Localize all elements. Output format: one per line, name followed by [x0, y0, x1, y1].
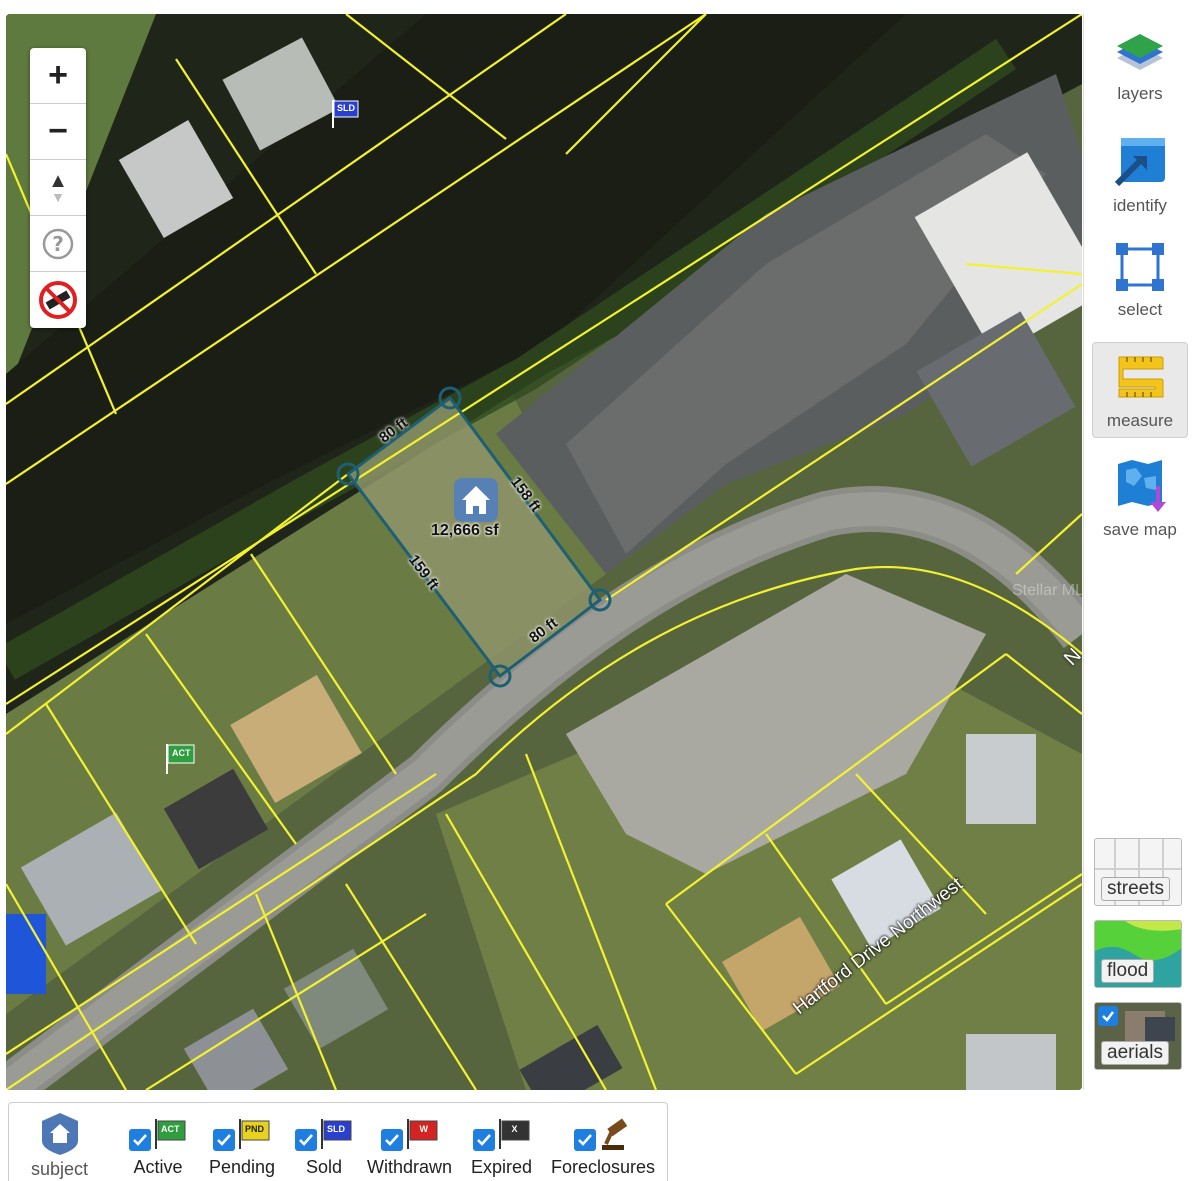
- save-map-label: save map: [1103, 520, 1177, 539]
- save-map-icon: [1118, 460, 1166, 512]
- save-map-tool[interactable]: save map: [1092, 450, 1188, 546]
- legend-checkbox-withdrawn[interactable]: [380, 1129, 403, 1151]
- tool-sidebar: layers identify select measure save map …: [1083, 14, 1195, 1090]
- checkmark-icon: [384, 1134, 399, 1146]
- basemap-aerials[interactable]: aerials: [1094, 1002, 1182, 1070]
- measure-label: measure: [1106, 411, 1174, 430]
- checkmark-icon: [578, 1134, 592, 1146]
- legend-checkbox-expired[interactable]: [472, 1129, 495, 1151]
- layers-label: layers: [1117, 84, 1163, 103]
- identify-icon: [1114, 138, 1165, 187]
- checkmark-icon: [299, 1134, 313, 1146]
- legend-item-pending[interactable]: PND Pending: [209, 1111, 275, 1178]
- streets-label: streets: [1101, 877, 1171, 901]
- select-icon: [1116, 243, 1164, 291]
- checkmark-icon: [133, 1134, 147, 1146]
- measure-tool[interactable]: measure: [1092, 342, 1188, 438]
- checkmark-icon: [476, 1134, 491, 1146]
- legend-flag-tag: SLD: [327, 1124, 345, 1134]
- layers-tool[interactable]: layers: [1092, 18, 1188, 114]
- legend-checkbox-active[interactable]: [129, 1129, 151, 1151]
- legend-label: Expired: [471, 1157, 533, 1177]
- legend-flag-tag: W: [419, 1124, 429, 1134]
- flood-label: flood: [1101, 959, 1155, 983]
- help-icon: ?: [42, 228, 74, 259]
- no-measure-button[interactable]: [30, 272, 86, 328]
- legend-label: Withdrawn: [367, 1157, 453, 1177]
- subject-marker-icon: [41, 1113, 78, 1155]
- legend-label: Sold: [305, 1157, 343, 1177]
- select-tool[interactable]: select: [1092, 234, 1188, 330]
- watermark: Stellar MLS: [1012, 582, 1082, 599]
- sold-flag-icon: [321, 1119, 352, 1149]
- legend-flag: W: [405, 1117, 439, 1151]
- legend-item-withdrawn[interactable]: W Withdrawn: [367, 1111, 452, 1178]
- north-arrow-icon: ▲: [48, 169, 68, 192]
- legend-item-expired[interactable]: X Expired: [471, 1111, 532, 1178]
- legend-item-foreclosures[interactable]: Foreclosures: [551, 1111, 655, 1178]
- legend-checkbox-foreclosures[interactable]: [574, 1129, 597, 1151]
- south-arrow-icon: ▼: [51, 188, 65, 205]
- identify-label: identify: [1113, 196, 1167, 215]
- legend-flag-tag: X: [511, 1124, 518, 1134]
- checkmark-icon: [217, 1134, 232, 1146]
- status-legend: subject ACT Active PND Pending SLD Sold …: [8, 1102, 668, 1181]
- active-marker-label: ACT: [172, 748, 191, 758]
- sold-marker-label: SLD: [337, 103, 355, 113]
- zoom-out-button[interactable]: −: [30, 104, 86, 160]
- north-reset-button[interactable]: ▲ ▼: [30, 160, 86, 216]
- legend-item-active[interactable]: ACT Active: [129, 1111, 187, 1178]
- legend-subject-label: subject: [31, 1159, 89, 1179]
- legend-label: Pending: [209, 1157, 276, 1177]
- legend-checkbox-sold[interactable]: [295, 1129, 317, 1151]
- withdrawn-flag-icon: [406, 1119, 438, 1149]
- select-label: select: [1117, 300, 1163, 319]
- active-marker[interactable]: ACT: [164, 742, 196, 781]
- checkmark-icon: [1102, 1011, 1114, 1022]
- help-button[interactable]: ?: [30, 216, 86, 272]
- legend-flag: [598, 1117, 632, 1151]
- legend-label: Active: [133, 1157, 183, 1177]
- aerials-checkbox[interactable]: [1098, 1006, 1118, 1026]
- gavel-icon: [602, 1118, 628, 1150]
- map-view[interactable]: 12,666 sf 80 ft 158 ft 159 ft 80 ft Hart…: [6, 14, 1082, 1090]
- legend-checkbox-pending[interactable]: [213, 1129, 236, 1151]
- legend-flag: ACT: [153, 1117, 187, 1151]
- svg-text:?: ?: [52, 232, 64, 256]
- legend-flag-tag: ACT: [161, 1124, 180, 1134]
- active-flag-icon: [155, 1119, 186, 1149]
- legend-subject[interactable]: subject: [31, 1111, 88, 1180]
- sold-marker[interactable]: SLD: [330, 98, 360, 135]
- layers-icon: [1117, 34, 1163, 70]
- expired-flag-icon: [498, 1119, 530, 1149]
- subject-house-icon: [454, 478, 498, 522]
- zoom-in-button[interactable]: +: [30, 48, 86, 104]
- legend-flag-tag: PND: [245, 1124, 265, 1134]
- measuring-tape-icon: [1118, 356, 1164, 398]
- aerial-imagery: [6, 14, 1082, 1090]
- legend-label: Foreclosures: [551, 1157, 656, 1177]
- legend-flag: SLD: [319, 1117, 353, 1151]
- map-controls: + − ▲ ▼ ?: [30, 48, 86, 328]
- basemap-streets[interactable]: streets: [1094, 838, 1182, 906]
- legend-item-sold[interactable]: SLD Sold: [295, 1111, 353, 1178]
- no-ruler-icon: [39, 281, 77, 319]
- pending-flag-icon: [239, 1119, 270, 1149]
- legend-flag: PND: [237, 1117, 271, 1151]
- legend-flag: X: [497, 1117, 531, 1151]
- aerials-label: aerials: [1101, 1041, 1169, 1065]
- parcel-area-label: 12,666 sf: [431, 522, 499, 539]
- basemap-flood[interactable]: flood: [1094, 920, 1182, 988]
- identify-tool[interactable]: identify: [1092, 126, 1188, 222]
